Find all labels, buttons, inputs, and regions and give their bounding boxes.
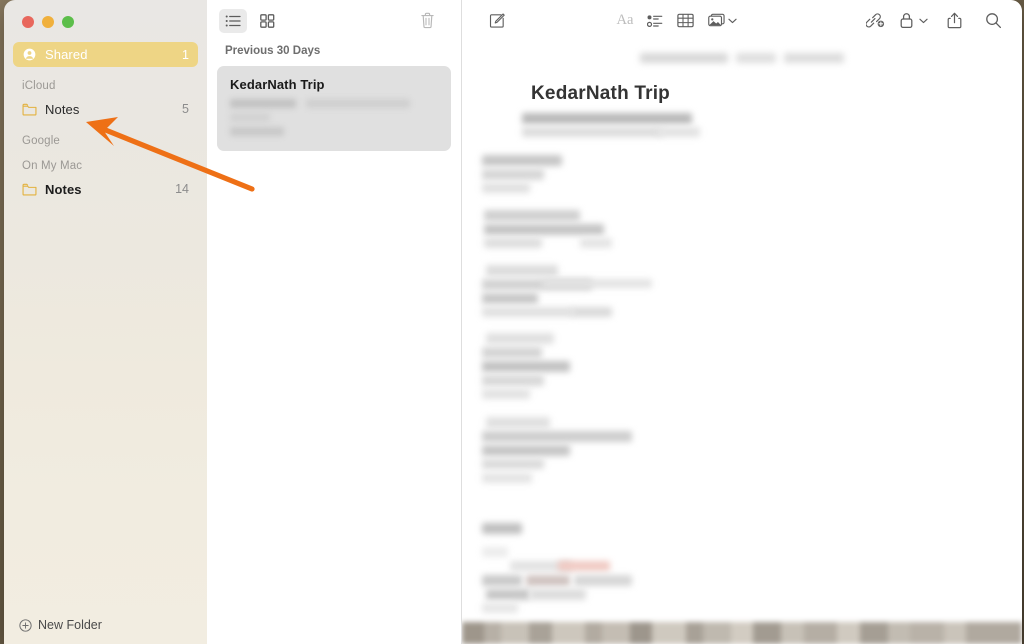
sidebar-section-google: Google [22, 135, 60, 147]
gallery-view-button[interactable] [253, 9, 281, 33]
sidebar-section-on-my-mac: On My Mac [22, 160, 83, 172]
list-item[interactable]: KedarNath Trip [217, 66, 451, 151]
format-text-icon[interactable]: Aa [610, 9, 640, 33]
checklist-icon[interactable] [640, 9, 670, 33]
note-editor-panel: Aa KedarNath Trip [462, 0, 1022, 644]
note-list-title: KedarNath Trip [230, 77, 325, 92]
notes-list-panel: Previous 30 Days KedarNath Trip [207, 0, 462, 644]
person-circle-icon [21, 48, 38, 61]
folder-icon [21, 103, 38, 116]
note-date-redacted [462, 53, 1022, 67]
sidebar-list: Shared 1 iCloud Notes 5 Google On My Mac… [4, 28, 207, 202]
minimize-button[interactable] [42, 16, 54, 28]
sidebar: Shared 1 iCloud Notes 5 Google On My Mac… [4, 0, 207, 644]
close-button[interactable] [22, 16, 34, 28]
sidebar-item-shared-count: 1 [182, 47, 189, 62]
notes-window: Shared 1 iCloud Notes 5 Google On My Mac… [4, 0, 1022, 644]
lock-chevron-down-icon[interactable] [917, 18, 930, 24]
new-folder-button[interactable]: New Folder [4, 606, 207, 644]
plus-circle-icon [19, 618, 32, 632]
sidebar-item-icloud-notes-count: 5 [182, 102, 189, 116]
notes-group-header: Previous 30 Days [225, 45, 321, 57]
screen: Shared 1 iCloud Notes 5 Google On My Mac… [0, 0, 1024, 644]
sidebar-item-shared[interactable]: Shared 1 [13, 42, 198, 67]
format-text-label: Aa [616, 12, 634, 28]
sidebar-section-icloud: iCloud [22, 80, 56, 92]
share-icon[interactable] [939, 9, 969, 33]
sidebar-item-onmymac-notes[interactable]: Notes 14 [13, 176, 198, 202]
zoom-button[interactable] [62, 16, 74, 28]
note-image-redacted [462, 622, 1022, 644]
note-body-redacted[interactable] [462, 105, 1022, 613]
compose-icon[interactable] [482, 9, 512, 33]
sidebar-item-icloud-notes[interactable]: Notes 5 [13, 96, 198, 122]
editor-toolbar: Aa [462, 0, 1022, 41]
notes-list-toolbar [207, 0, 461, 41]
sidebar-item-onmymac-notes-count: 14 [175, 182, 189, 196]
table-icon[interactable] [670, 9, 700, 33]
list-view-button[interactable] [219, 8, 247, 33]
search-icon[interactable] [978, 9, 1008, 33]
note-preview-redacted [230, 99, 438, 136]
folder-icon [21, 183, 38, 196]
link-icon[interactable] [861, 9, 891, 33]
sidebar-item-icloud-notes-label: Notes [45, 101, 80, 117]
trash-icon[interactable] [413, 9, 441, 33]
sidebar-item-onmymac-notes-label: Notes [45, 181, 82, 197]
window-controls [4, 0, 207, 28]
note-title: KedarNath Trip [531, 83, 670, 104]
sidebar-item-shared-label: Shared [45, 47, 88, 62]
media-chevron-down-icon[interactable] [726, 18, 739, 24]
new-folder-label: New Folder [38, 618, 102, 632]
